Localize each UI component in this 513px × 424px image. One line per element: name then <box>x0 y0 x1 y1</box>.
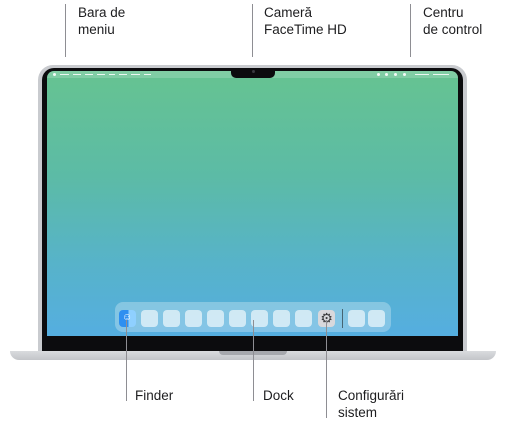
dock-app-icon[interactable] <box>207 310 224 327</box>
status-icon <box>385 73 388 76</box>
dock-app-icon[interactable] <box>163 310 180 327</box>
leader-line-dock <box>253 320 254 401</box>
dock-folder-icon[interactable] <box>348 310 365 327</box>
menu-item <box>144 74 151 75</box>
menu-item <box>109 74 115 75</box>
menu-clock <box>433 74 449 75</box>
callout-finder: Finder <box>135 388 174 403</box>
menu-item <box>97 74 105 75</box>
leader-line-system-settings <box>326 320 327 418</box>
callout-facetime-camera: Cameră FaceTime HD <box>264 5 347 37</box>
display-screen <box>47 71 458 336</box>
menu-item <box>131 74 140 75</box>
menu-item <box>85 74 93 75</box>
dock-app-icon[interactable] <box>273 310 290 327</box>
dock-separator <box>342 309 343 328</box>
dock-app-icon[interactable] <box>229 310 246 327</box>
finder-face-glyph: ☺ <box>122 312 133 323</box>
finder-icon[interactable]: ☺ <box>119 310 136 327</box>
menu-item <box>73 74 81 75</box>
callout-dock: Dock <box>263 388 294 403</box>
leader-line-finder <box>126 320 127 401</box>
leader-line-control-center <box>410 4 411 57</box>
menu-item <box>60 74 69 75</box>
search-icon <box>394 73 397 76</box>
leader-line-menu-bar <box>65 4 66 57</box>
callout-control-center: Centru de control <box>423 5 483 37</box>
apple-menu-icon <box>53 73 56 76</box>
dock-app-icon[interactable] <box>141 310 158 327</box>
dock-app-icon[interactable] <box>295 310 312 327</box>
callout-menu-bar: Bara de meniu <box>78 5 126 37</box>
menu-item <box>119 74 127 75</box>
menu-clock <box>415 74 429 75</box>
callout-system-settings: Configurări sistem <box>338 388 405 420</box>
dock-trash-icon[interactable] <box>368 310 385 327</box>
leader-line-camera <box>252 4 253 57</box>
facetime-camera <box>252 70 255 73</box>
status-icon <box>377 73 380 76</box>
control-center-icon <box>403 73 406 76</box>
dock-app-icon[interactable] <box>185 310 202 327</box>
